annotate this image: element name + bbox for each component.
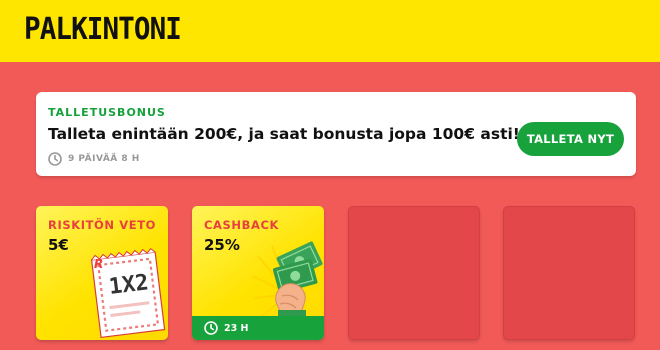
empty-reward-slot <box>348 206 480 340</box>
slip-letter: R <box>94 257 103 271</box>
deposit-bonus-card: TALLETUSBONUS Talleta enintään 200€, ja … <box>36 92 636 176</box>
card-value: 25% <box>204 236 240 254</box>
bonus-time-text: 9 PÄIVÄÄ 8 H <box>68 154 140 164</box>
card-value: 5€ <box>48 236 69 254</box>
bonus-time-left: 9 PÄIVÄÄ 8 H <box>48 152 140 166</box>
card-timer: 23 H <box>192 316 324 340</box>
top-header: PALKINTONI <box>0 0 660 62</box>
bonus-kicker: TALLETUSBONUS <box>48 106 166 119</box>
clock-icon <box>48 152 62 166</box>
reward-card-risk-free-bet[interactable]: 1X2 R RISKITÖN VETO 5€ <box>36 206 168 340</box>
bonus-description: Talleta enintään 200€, ja saat bonusta j… <box>48 125 520 143</box>
card-timer-text: 23 H <box>224 322 249 334</box>
card-title: RISKITÖN VETO <box>48 218 157 232</box>
clock-icon <box>204 321 218 335</box>
page-title: PALKINTONI <box>24 12 182 47</box>
reward-card-cashback[interactable]: CASHBACK 25% 23 H <box>192 206 324 340</box>
deposit-now-button[interactable]: TALLETA NYT <box>517 122 624 156</box>
slip-text: 1X2 <box>108 270 151 300</box>
card-title: CASHBACK <box>204 218 280 232</box>
empty-reward-slot <box>503 206 635 340</box>
